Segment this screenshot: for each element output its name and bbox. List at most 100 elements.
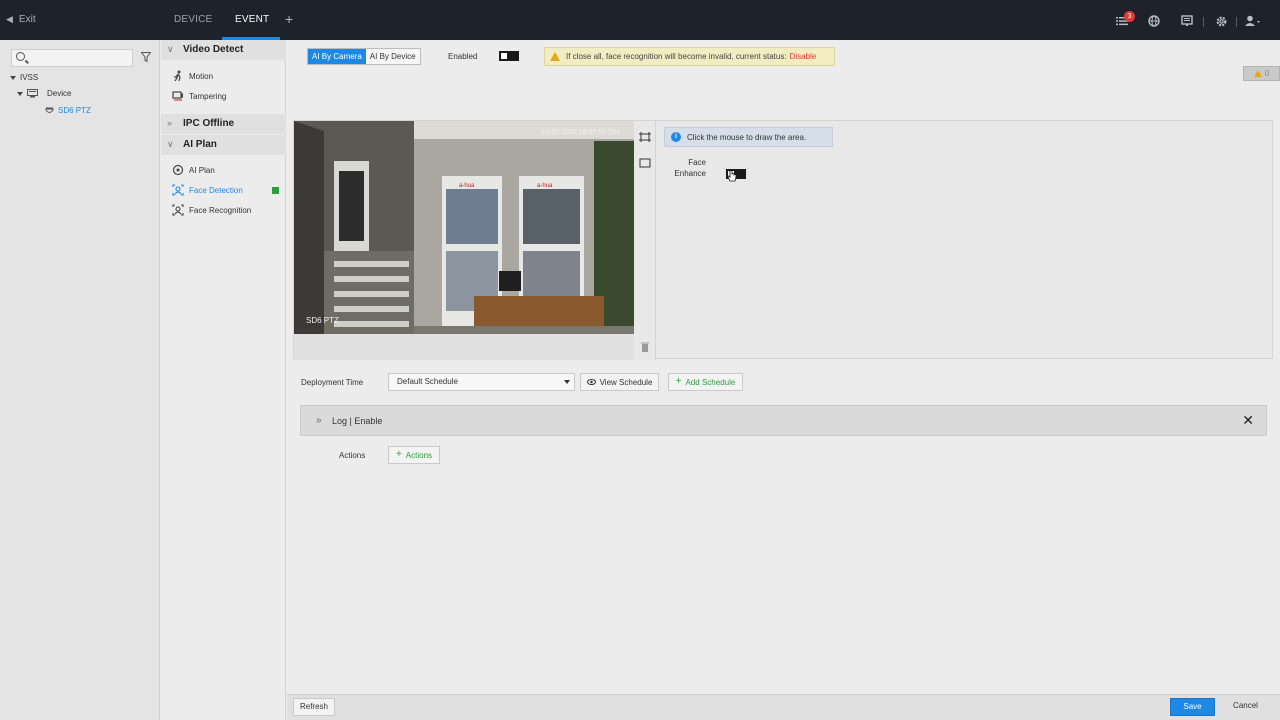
video-preview[interactable]: a-hua a-hua 22-02-2018 19:57:55 Thu SD6 … (294, 121, 634, 334)
tree-node-ivss[interactable]: IVSS (10, 73, 38, 82)
plus-icon: + (395, 449, 402, 460)
save-button[interactable]: Save (1170, 698, 1215, 716)
menu-group-label: AI Plan (183, 139, 217, 150)
video-timestamp: 22-02-2018 19:57:55 Thu (541, 129, 620, 136)
tree-label-ivss: IVSS (20, 73, 39, 82)
menu-item-label: Tampering (189, 92, 227, 101)
separator (1236, 17, 1237, 27)
device-icon (27, 89, 38, 98)
menu-item-ai-plan[interactable]: AI Plan (161, 162, 286, 180)
menu-item-label: AI Plan (189, 166, 215, 175)
chevron-right-icon[interactable]: » (316, 415, 322, 426)
menu-group-video-detect[interactable]: ∨ Video Detect (161, 40, 286, 60)
draw-region-icon[interactable] (639, 131, 651, 143)
draw-toolbar (634, 121, 656, 360)
search-icon (16, 52, 25, 61)
enabled-label: Enabled (448, 52, 478, 61)
exit-label: Exit (18, 14, 36, 25)
globe-icon[interactable] (1146, 13, 1162, 29)
info-text: Click the mouse to draw the area. (687, 132, 807, 142)
add-schedule-label: Add Schedule (685, 377, 736, 387)
menu-group-ai-plan[interactable]: ∨ AI Plan (161, 135, 286, 155)
brand-logo-text: a-hua (537, 183, 553, 189)
menu-item-label: Motion (189, 72, 214, 81)
menu-item-face-detection[interactable]: Face Detection (161, 182, 286, 200)
view-schedule-label: View Schedule (599, 377, 653, 387)
camera-scene-image: a-hua a-hua (294, 121, 634, 334)
delete-icon[interactable] (639, 341, 651, 353)
main-panel: AI By Camera AI By Device Enabled If clo… (287, 40, 1280, 694)
close-icon[interactable]: ✕ (1242, 412, 1254, 429)
menu-group-label: IPC Offline (183, 118, 235, 129)
enabled-toggle[interactable] (499, 51, 519, 61)
exit-button[interactable]: ◀ Exit (6, 14, 36, 25)
menu-item-label: Face Detection (189, 186, 243, 195)
add-tab-button[interactable]: + (285, 11, 293, 27)
tab-ai-by-camera[interactable]: AI By Camera (308, 49, 366, 64)
filter-icon[interactable] (140, 52, 152, 63)
draw-rectangle-icon[interactable] (639, 157, 651, 169)
back-arrow-icon: ◀ (6, 14, 13, 24)
face-enhance-label-line1: Face (688, 158, 706, 167)
info-icon: i (671, 132, 681, 142)
refresh-button[interactable]: Refresh (293, 698, 335, 716)
ai-plan-icon (172, 164, 184, 176)
detection-work-area: a-hua a-hua 22-02-2018 19:57:55 Thu SD6 … (293, 120, 1273, 360)
brand-logo-text: a-hua (459, 183, 475, 189)
bottom-bar: Refresh Save Cancel (287, 694, 1280, 720)
add-schedule-button[interactable]: + Add Schedule (668, 373, 743, 391)
warning-text: If close all, face recognition will beco… (566, 52, 787, 61)
add-action-button[interactable]: + Actions (388, 446, 440, 464)
warning-status: Disable (789, 52, 817, 61)
plus-icon: + (675, 376, 682, 387)
face-detection-icon (172, 184, 184, 196)
toggle-knob (501, 53, 507, 59)
caret-down-icon (564, 380, 570, 384)
menu-item-motion[interactable]: Motion (161, 68, 286, 86)
chevron-down-icon: ∨ (167, 139, 174, 149)
log-label: Log | Enable (332, 416, 383, 426)
tab-device[interactable]: DEVICE (174, 14, 212, 25)
tab-ai-by-device[interactable]: AI By Device (365, 49, 420, 64)
info-hint: i Click the mouse to draw the area. (664, 127, 833, 147)
monitor-icon[interactable] (1179, 13, 1195, 29)
notification-badge: 3 (1124, 11, 1135, 22)
menu-item-tampering[interactable]: Tampering (161, 88, 286, 106)
tab-event[interactable]: EVENT (235, 14, 269, 25)
dome-camera-icon (45, 107, 54, 113)
mode-segmented-control: AI By Camera AI By Device (307, 48, 421, 65)
tree-node-camera[interactable]: SD6 PTZ (45, 106, 91, 115)
schedule-select-value: Default Schedule (397, 377, 458, 386)
cancel-button[interactable]: Cancel (1223, 698, 1268, 716)
gear-icon[interactable] (1213, 13, 1229, 29)
separator (1203, 17, 1204, 27)
warning-banner: If close all, face recognition will beco… (544, 47, 835, 66)
view-schedule-button[interactable]: View Schedule (580, 373, 659, 391)
schedule-select[interactable]: Default Schedule (388, 373, 575, 391)
face-enhance-label: Face Enhance (672, 157, 706, 179)
search-input[interactable] (11, 49, 133, 67)
user-icon[interactable] (1245, 13, 1261, 29)
video-footer (294, 334, 634, 360)
actions-label: Actions (339, 451, 366, 460)
expand-arrow-icon[interactable] (10, 75, 16, 80)
alarm-indicator[interactable]: 0 (1243, 66, 1280, 81)
video-camera-name: SD6 PTZ (306, 316, 339, 325)
device-tree-panel: IVSS Device SD6 PTZ (0, 40, 160, 720)
tree-label-camera: SD6 PTZ (58, 106, 91, 115)
menu-group-ipc-offline[interactable]: » IPC Offline (161, 114, 286, 134)
chevron-down-icon: ∨ (167, 44, 174, 54)
top-bar: ◀ Exit DEVICE EVENT + 3 (0, 0, 1280, 40)
action-log-row[interactable]: » Log | Enable ✕ (300, 405, 1267, 436)
menu-item-label: Face Recognition (189, 206, 252, 215)
deployment-time-label: Deployment Time (301, 378, 364, 387)
chevron-right-icon: » (167, 118, 173, 128)
enabled-indicator (272, 187, 279, 194)
tampering-icon (172, 91, 183, 101)
menu-item-face-recognition[interactable]: Face Recognition (161, 202, 286, 220)
eye-icon (586, 379, 596, 385)
motion-icon (174, 70, 181, 82)
tree-node-device[interactable]: Device (17, 89, 71, 98)
expand-arrow-icon[interactable] (17, 91, 23, 96)
face-recognition-icon (172, 204, 184, 216)
